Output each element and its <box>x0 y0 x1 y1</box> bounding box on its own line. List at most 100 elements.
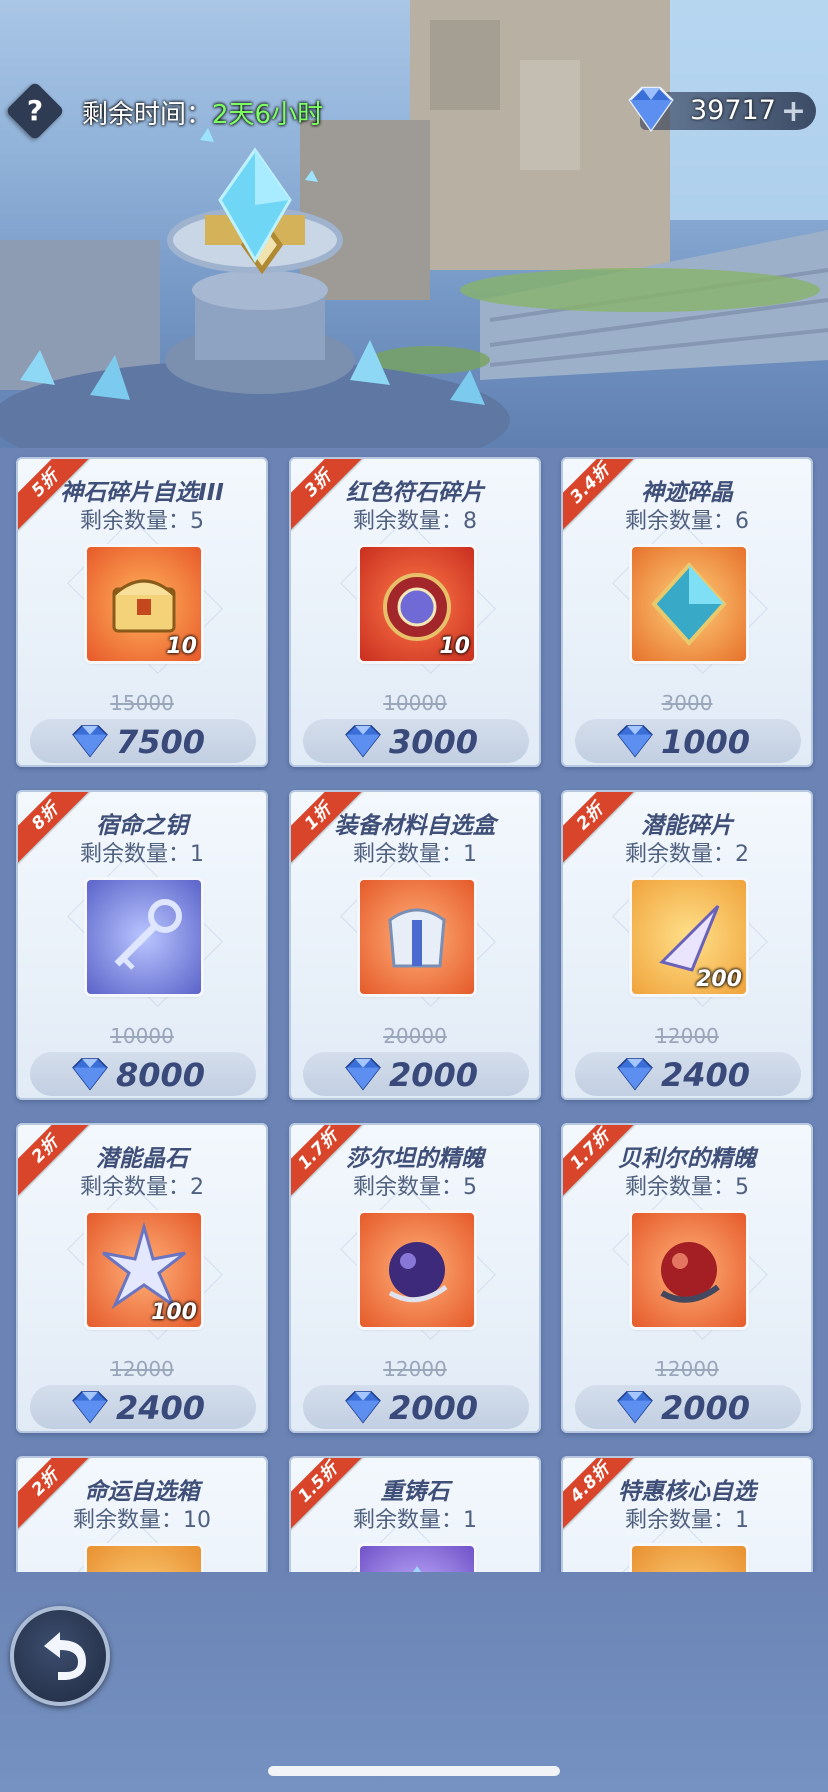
item-name: 神迹碎晶 <box>641 480 733 506</box>
sale-price: 7500 <box>116 723 206 761</box>
shop-grid[interactable]: 5折 神石碎片自选III 剩余数量：5 10 15000 7500 3折 红色符石碎片 剩余数量… <box>0 448 828 1572</box>
add-currency-button[interactable]: + <box>781 94 806 129</box>
sale-price: 2000 <box>389 1389 479 1427</box>
diamond-icon <box>343 1389 383 1429</box>
item-stock: 剩余数量：8 <box>353 509 477 534</box>
shop-item-card[interactable]: 1折 装备材料自选盒 剩余数量：1 20000 2000 <box>289 790 541 1100</box>
buy-button[interactable]: 3000 <box>303 719 529 763</box>
item-name: 特惠核心自选 <box>618 1479 756 1505</box>
sale-price: 3000 <box>389 723 479 761</box>
diamond-icon <box>628 86 674 133</box>
diamond-icon <box>70 1389 110 1429</box>
item-name: 重铸石 <box>380 1479 450 1505</box>
treasure-chest-icon[interactable]: 10 <box>87 547 201 661</box>
item-quantity: 200 <box>696 967 742 992</box>
item-quantity: 10 <box>166 634 197 659</box>
item-stock: 剩余数量：1 <box>80 842 204 867</box>
item-quantity: 100 <box>151 1300 197 1325</box>
item-name: 神石碎片自选III <box>60 480 224 506</box>
timer-label: 剩余时间： <box>82 100 213 130</box>
buy-button[interactable]: 2000 <box>303 1052 529 1096</box>
ruins-scene <box>0 0 828 470</box>
sale-price: 2000 <box>389 1056 479 1094</box>
currency-amount: 39717 <box>690 95 776 126</box>
sale-price: 1000 <box>661 723 751 761</box>
back-button[interactable] <box>10 1606 110 1706</box>
diamond-icon <box>615 723 655 763</box>
help-button[interactable]: ? <box>5 81 65 141</box>
item-name: 贝利尔的精魄 <box>618 1146 756 1172</box>
item-stock: 剩余数量：5 <box>353 1175 477 1200</box>
shop-item-card[interactable]: 2折 潜能碎片 剩余数量：2 200 12000 2400 <box>561 790 813 1100</box>
buy-button[interactable]: 2000 <box>575 1385 801 1429</box>
key-icon[interactable] <box>87 880 201 994</box>
item-stock: 剩余数量：1 <box>625 1508 749 1533</box>
item-stock: 剩余数量：10 <box>73 1508 211 1533</box>
shop-banner <box>0 0 828 470</box>
item-quantity: 10 <box>439 634 470 659</box>
purple-orb-icon[interactable] <box>360 1213 474 1327</box>
original-price: 20000 <box>383 1024 447 1048</box>
item-stock: 剩余数量：1 <box>353 842 477 867</box>
sale-price: 2400 <box>116 1389 206 1427</box>
shop-item-card[interactable]: 2折 潜能晶石 剩余数量：2 100 12000 2400 <box>16 1123 268 1433</box>
buy-button[interactable]: 2000 <box>303 1385 529 1429</box>
fate-box-icon[interactable] <box>87 1546 201 1572</box>
sale-price: 2000 <box>661 1389 751 1427</box>
back-arrow-icon <box>44 1632 86 1680</box>
buy-button[interactable]: 7500 <box>30 719 256 763</box>
shop-item-card[interactable]: 5折 神石碎片自选III 剩余数量：5 10 15000 7500 <box>16 457 268 767</box>
star-crystal-icon[interactable]: 100 <box>87 1213 201 1327</box>
bottom-bar <box>0 1572 828 1792</box>
original-price: 10000 <box>110 1024 174 1048</box>
diamond-icon <box>615 1056 655 1096</box>
buy-button[interactable]: 2400 <box>575 1052 801 1096</box>
diamond-icon <box>70 723 110 763</box>
item-stock: 剩余数量：6 <box>625 509 749 534</box>
item-name: 命运自选箱 <box>84 1479 200 1505</box>
sale-price: 8000 <box>116 1056 206 1094</box>
buy-button[interactable]: 8000 <box>30 1052 256 1096</box>
item-stock: 剩余数量：2 <box>80 1175 204 1200</box>
shop-item-card[interactable]: 1.5折 重铸石 剩余数量：1 <box>289 1456 541 1572</box>
red-orb-icon[interactable] <box>632 1213 746 1327</box>
original-price: 12000 <box>110 1357 174 1381</box>
crystal-icon[interactable] <box>632 547 746 661</box>
sale-price: 2400 <box>661 1056 751 1094</box>
original-price: 12000 <box>655 1357 719 1381</box>
item-name: 装备材料自选盒 <box>334 813 496 839</box>
armor-icon[interactable] <box>360 880 474 994</box>
shard-icon[interactable]: 200 <box>632 880 746 994</box>
home-indicator[interactable] <box>268 1766 560 1776</box>
diamond-icon <box>343 723 383 763</box>
shop-item-card[interactable]: 4.8折 特惠核心自选 剩余数量：1 <box>561 1456 813 1572</box>
shop-item-card[interactable]: 1.7折 莎尔坦的精魄 剩余数量：5 12000 2000 <box>289 1123 541 1433</box>
diamond-icon <box>343 1056 383 1096</box>
red-rune-icon[interactable]: 10 <box>360 547 474 661</box>
item-name: 红色符石碎片 <box>346 480 484 506</box>
buy-button[interactable]: 1000 <box>575 719 801 763</box>
original-price: 15000 <box>110 691 174 715</box>
shop-item-card[interactable]: 3.4折 神迹碎晶 剩余数量：6 3000 1000 <box>561 457 813 767</box>
core-icon[interactable] <box>632 1546 746 1572</box>
reforge-stone-icon[interactable] <box>360 1546 474 1572</box>
item-stock: 剩余数量：5 <box>80 509 204 534</box>
item-stock: 剩余数量：1 <box>353 1508 477 1533</box>
original-price: 10000 <box>383 691 447 715</box>
shop-item-card[interactable]: 1.7折 贝利尔的精魄 剩余数量：5 12000 2000 <box>561 1123 813 1433</box>
item-name: 潜能碎片 <box>641 813 733 839</box>
buy-button[interactable]: 2400 <box>30 1385 256 1429</box>
remaining-time: 剩余时间：2天6小时 <box>82 94 323 131</box>
diamond-icon <box>615 1389 655 1429</box>
original-price: 3000 <box>661 691 713 715</box>
item-name: 潜能晶石 <box>96 1146 188 1172</box>
shop-item-card[interactable]: 2折 命运自选箱 剩余数量：10 <box>16 1456 268 1572</box>
original-price: 12000 <box>655 1024 719 1048</box>
item-name: 宿命之钥 <box>96 813 188 839</box>
question-icon: ? <box>26 94 44 127</box>
timer-value: 2天6小时 <box>212 100 324 130</box>
shop-item-card[interactable]: 8折 宿命之钥 剩余数量：1 10000 8000 <box>16 790 268 1100</box>
item-stock: 剩余数量：2 <box>625 842 749 867</box>
item-name: 莎尔坦的精魄 <box>346 1146 484 1172</box>
shop-item-card[interactable]: 3折 红色符石碎片 剩余数量：8 10 10000 3000 <box>289 457 541 767</box>
